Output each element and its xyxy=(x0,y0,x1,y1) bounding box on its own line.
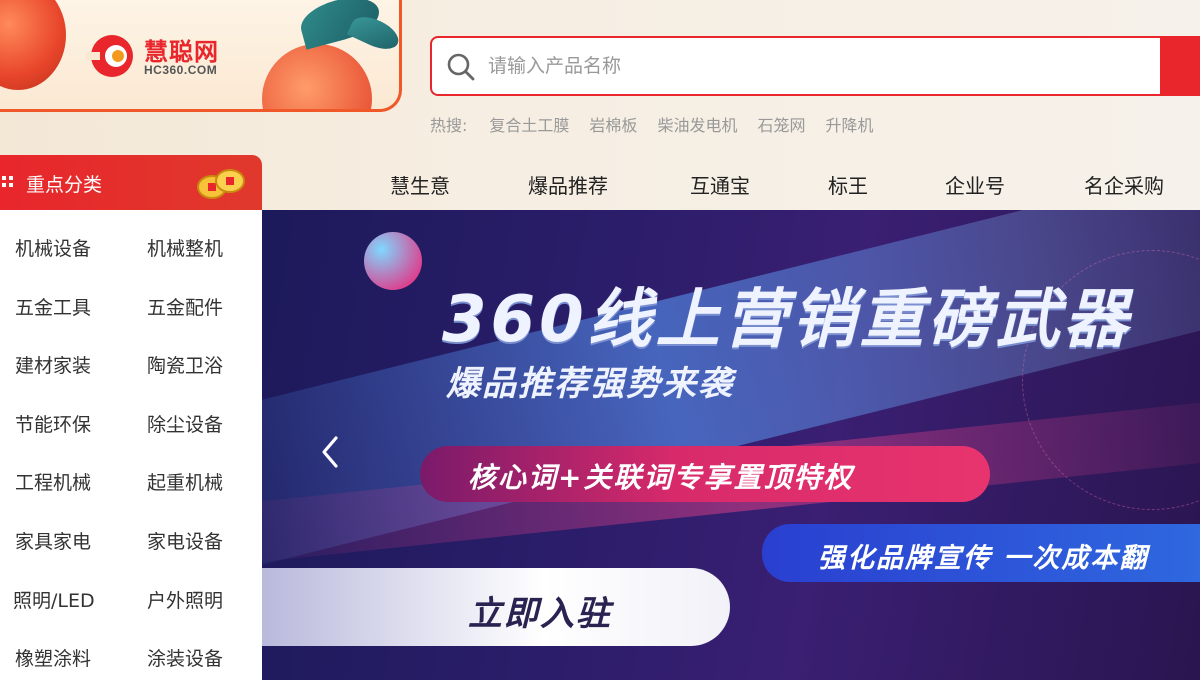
chevron-left-icon[interactable] xyxy=(316,432,344,472)
main-nav: 慧生意 爆品推荐 互通宝 标王 企业号 名企采购 xyxy=(262,160,1200,210)
logo-mark-icon xyxy=(86,35,133,77)
hot-search-item[interactable]: 石笼网 xyxy=(757,112,805,136)
hot-search-item[interactable]: 升降机 xyxy=(825,112,873,136)
grid-icon xyxy=(2,176,13,187)
banner-headline: 360线上营销重磅武器 xyxy=(442,283,1132,357)
search-input[interactable] xyxy=(488,38,1128,94)
category-link[interactable]: 除尘设备 xyxy=(147,410,223,437)
category-link[interactable]: 陶瓷卫浴 xyxy=(147,351,223,378)
sidebar-title: 重点分类 xyxy=(26,174,103,196)
logo-domain: HC360.COM xyxy=(144,63,218,77)
join-now-label: 立即入驻 xyxy=(468,595,612,633)
nav-item-baopin[interactable]: 爆品推荐 xyxy=(528,170,608,199)
category-link[interactable]: 户外照明 xyxy=(147,586,223,613)
promo-banner[interactable]: 360线上营销重磅武器 爆品推荐强势来袭 核心词+关联词专享置顶特权 强化品牌宣… xyxy=(262,210,1200,680)
category-link[interactable]: 机械整机 xyxy=(147,234,223,261)
search-box xyxy=(430,36,1200,96)
category-sidebar: 机械设备 机械整机 五金工具 五金配件 建材家装 陶瓷卫浴 节能环保 除尘设备 … xyxy=(0,210,262,680)
coin-icon xyxy=(197,169,245,199)
nav-item-huishengyi[interactable]: 慧生意 xyxy=(390,170,450,199)
banner-feature-pill: 强化品牌宣传 一次成本翻 xyxy=(762,524,1200,582)
category-link[interactable]: 节能环保 xyxy=(15,410,91,437)
category-link[interactable]: 工程机械 xyxy=(15,468,91,495)
category-link[interactable]: 建材家装 xyxy=(15,351,91,378)
category-link[interactable]: 橡塑涂料 xyxy=(15,644,91,671)
orb-decoration xyxy=(364,232,422,290)
banner-feature-text: 核心词+关联词专享置顶特权 xyxy=(468,461,854,494)
hot-search-bar: 热搜: 复合土工膜 岩棉板 柴油发电机 石笼网 升降机 xyxy=(430,112,893,136)
banner-subhead: 爆品推荐强势来袭 xyxy=(446,364,734,404)
category-link[interactable]: 起重机械 xyxy=(147,468,223,495)
join-now-button[interactable]: 立即入驻 xyxy=(262,568,730,646)
sidebar-header: 重点分类 xyxy=(0,155,262,210)
nav-item-hutongbao[interactable]: 互通宝 xyxy=(690,170,750,199)
category-link[interactable]: 照明/LED xyxy=(13,586,95,613)
search-button[interactable] xyxy=(1160,36,1200,96)
search-icon xyxy=(447,53,475,81)
hot-search-item[interactable]: 岩棉板 xyxy=(589,112,637,136)
category-link[interactable]: 家电设备 xyxy=(147,527,223,554)
nav-item-biaowang[interactable]: 标王 xyxy=(828,170,868,199)
logo-card: 慧聪网 HC360.COM xyxy=(0,0,402,112)
site-logo[interactable]: 慧聪网 HC360.COM xyxy=(86,30,236,82)
hot-search-label: 热搜: xyxy=(430,116,468,135)
logo-text: 慧聪网 xyxy=(144,38,219,66)
lantern-decoration xyxy=(0,0,66,90)
category-link[interactable]: 五金工具 xyxy=(15,293,91,320)
banner-feature-pill: 核心词+关联词专享置顶特权 xyxy=(420,446,990,502)
category-link[interactable]: 机械设备 xyxy=(15,234,91,261)
nav-item-qiyehao[interactable]: 企业号 xyxy=(945,170,1005,199)
hot-search-item[interactable]: 复合土工膜 xyxy=(489,112,569,136)
category-link[interactable]: 涂装设备 xyxy=(147,644,223,671)
category-link[interactable]: 家具家电 xyxy=(15,527,91,554)
nav-item-mingqi[interactable]: 名企采购 xyxy=(1084,170,1164,199)
banner-feature-text: 强化品牌宣传 一次成本翻 xyxy=(818,543,1149,574)
category-link[interactable]: 五金配件 xyxy=(147,293,223,320)
hot-search-item[interactable]: 柴油发电机 xyxy=(657,112,737,136)
sun-decoration xyxy=(262,44,372,109)
